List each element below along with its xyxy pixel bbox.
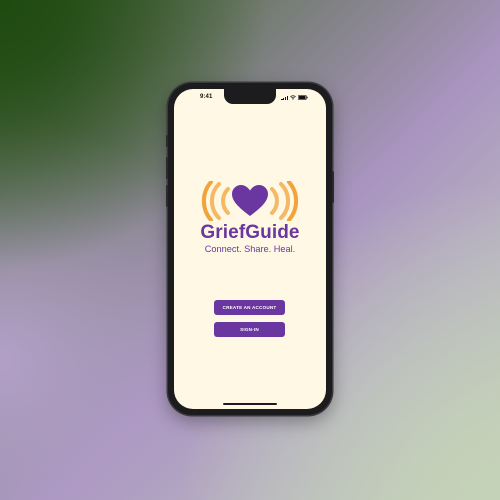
volume-down-button [166, 185, 168, 207]
silent-switch [166, 135, 168, 147]
camera-notch [224, 89, 276, 104]
app-logo: GriefGuide Connect. Share. Heal. [174, 181, 326, 255]
status-time: 9:41 [200, 94, 213, 100]
power-button [332, 171, 334, 203]
create-account-button[interactable]: CREATE AN ACCOUNT [214, 300, 285, 315]
tagline: Connect. Share. Heal. [204, 244, 296, 254]
wifi-icon [290, 95, 296, 100]
phone-frame: 9:41 GriefGuide Connect. Share. Heal. CR… [166, 83, 334, 415]
status-icons [281, 95, 308, 100]
heart-broadcast-icon [201, 181, 299, 221]
signal-icon [281, 95, 288, 100]
home-indicator[interactable] [223, 402, 277, 405]
sign-in-button[interactable]: SIGN-IN [214, 322, 285, 337]
brand-name: GriefGuide [200, 222, 300, 243]
volume-up-button [166, 157, 168, 179]
battery-icon [298, 95, 308, 100]
app-screen: 9:41 GriefGuide Connect. Share. Heal. CR… [174, 89, 326, 409]
